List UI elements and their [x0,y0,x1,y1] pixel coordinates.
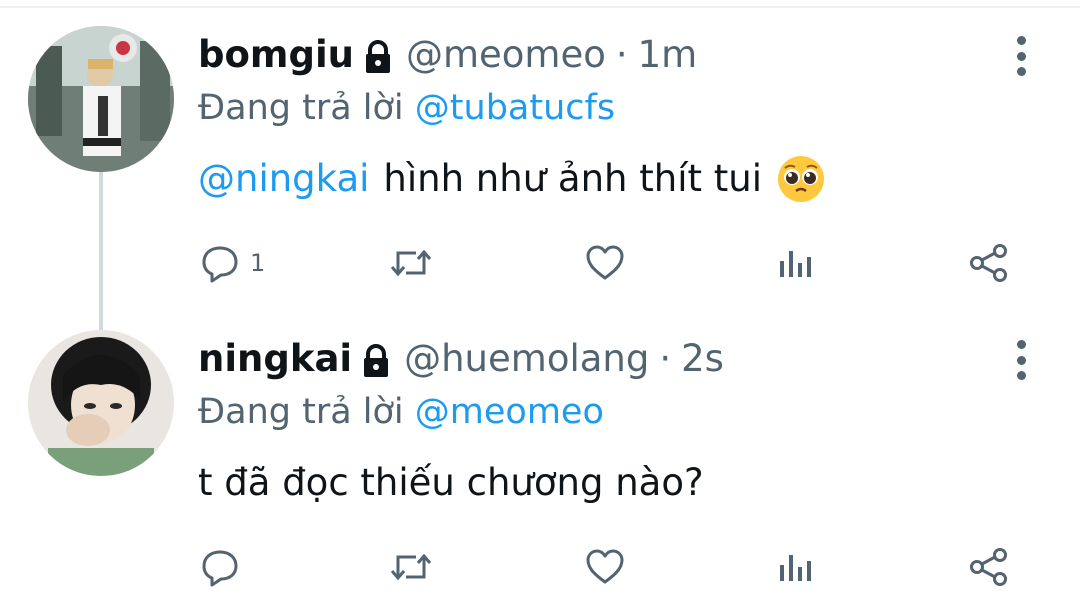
replying-to-link[interactable]: @tubatucfs [415,88,615,128]
separator: · [615,33,628,76]
lock-icon [358,342,394,378]
retweet-button[interactable] [388,542,434,592]
retweet-icon [390,249,432,277]
retweet-icon [390,553,432,581]
reply-button[interactable]: 1 [200,238,265,288]
reply-icon [202,550,238,587]
avatar[interactable] [28,330,174,476]
retweet-button[interactable] [388,238,434,288]
analytics-icon [780,251,811,277]
tweet-text: t đã đọc thiếu chương nào? [198,458,704,508]
timestamp[interactable]: 1m [638,30,698,80]
analytics-button[interactable] [778,542,814,592]
share-icon [970,548,1007,586]
avatar[interactable] [28,26,174,172]
like-icon [586,245,624,280]
like-button[interactable] [584,542,626,592]
action-bar: 1 [198,238,1028,288]
handle[interactable]: @meomeo [406,30,606,80]
share-icon [970,244,1007,282]
display-name[interactable]: ningkai [198,334,352,384]
replying-to-link[interactable]: @meomeo [415,392,604,432]
more-icon[interactable] [1006,340,1036,380]
more-icon[interactable] [1006,36,1036,76]
analytics-icon [780,555,811,581]
lock-icon [360,38,396,74]
replying-to: Đang trả lời @meomeo [198,388,604,436]
pleading-face-icon [776,154,826,204]
separator: · [659,337,672,380]
timestamp[interactable]: 2s [681,334,724,384]
tweet-text: @ningkai hình như ảnh thít tui [198,154,826,204]
replying-prefix: Đang trả lời [198,88,404,128]
like-icon [586,549,624,584]
mention-link[interactable]: @ningkai [198,154,369,204]
tweet-body: hình như ảnh thít tui [383,157,762,200]
tweet-header: ningkai @huemolang · 2s [198,334,724,384]
tweet-body: t đã đọc thiếu chương nào? [198,461,704,504]
reply-button[interactable] [200,542,250,592]
top-divider [0,6,1080,8]
handle[interactable]: @huemolang [404,334,649,384]
action-bar [198,542,1028,592]
tweet-header: bomgiu @meomeo · 1m [198,30,697,80]
reply-icon [202,246,238,283]
like-button[interactable] [584,238,626,288]
thread-connector-line [99,172,103,330]
share-button[interactable] [968,238,1010,288]
replying-to: Đang trả lời @tubatucfs [198,84,615,132]
reply-count: 1 [250,249,266,277]
replying-prefix: Đang trả lời [198,392,404,432]
display-name[interactable]: bomgiu [198,30,354,80]
analytics-button[interactable] [778,238,814,288]
share-button[interactable] [968,542,1010,592]
